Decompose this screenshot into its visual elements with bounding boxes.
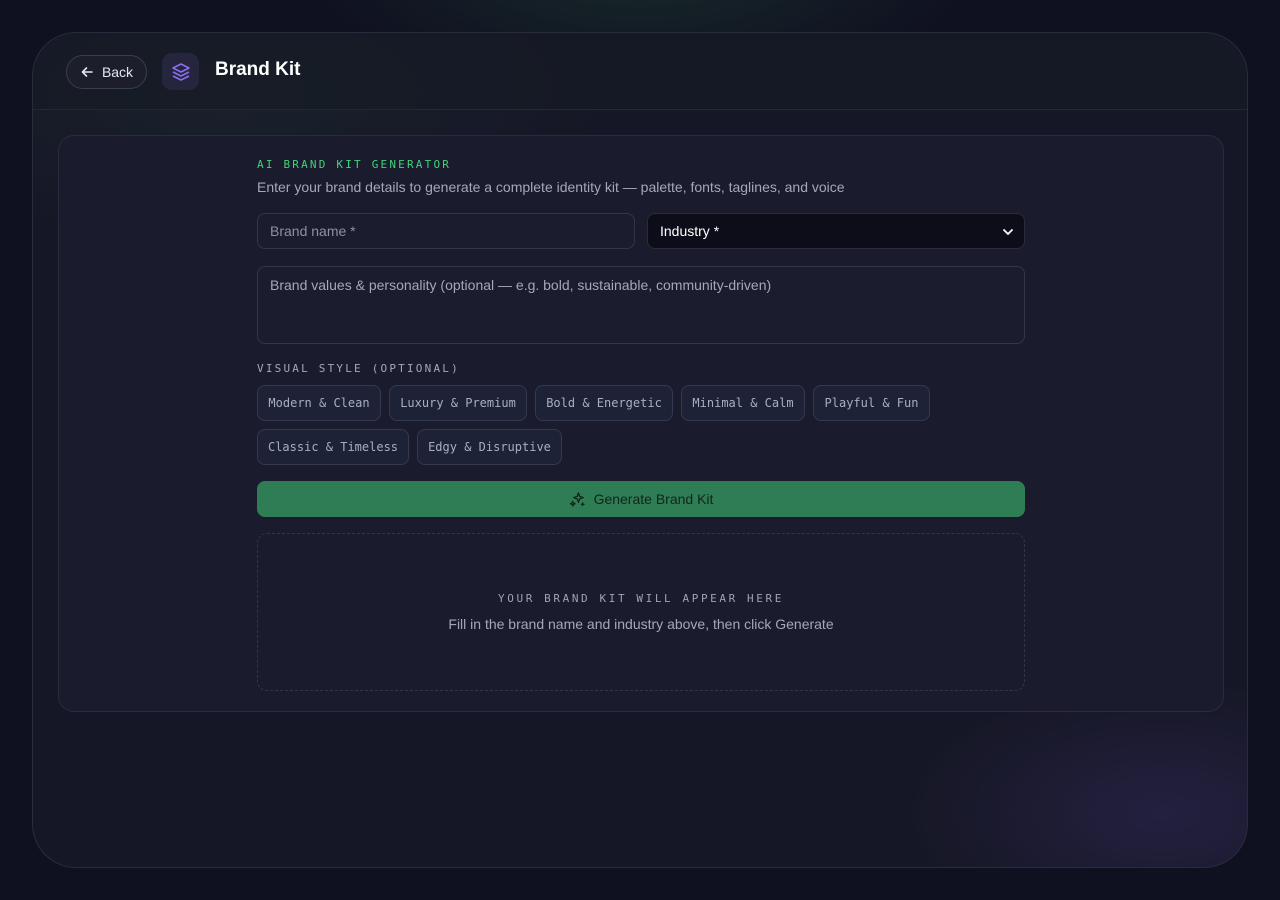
visual-style-label: VISUAL STYLE (OPTIONAL) — [257, 362, 460, 375]
placeholder-hint: Fill in the brand name and industry abov… — [448, 616, 834, 632]
generator-panel: AI BRAND KIT GENERATOR Enter your brand … — [58, 135, 1224, 712]
arrow-left-icon — [81, 67, 93, 77]
generate-brand-kit-button[interactable]: Generate Brand Kit — [257, 481, 1025, 517]
industry-select[interactable]: Industry * — [647, 213, 1025, 249]
generator-subtitle: Enter your brand details to generate a c… — [257, 179, 845, 195]
header-bar: Back Brand Kit — [33, 33, 1247, 110]
industry-select-value: Industry * — [660, 223, 720, 239]
brand-name-input[interactable] — [257, 213, 635, 249]
sparkles-icon — [569, 491, 585, 507]
back-button[interactable]: Back — [66, 55, 147, 89]
page-title: Brand Kit — [215, 59, 301, 80]
generate-button-label: Generate Brand Kit — [593, 491, 714, 507]
app-logo — [162, 53, 199, 90]
style-chip-modern[interactable]: Modern & Clean — [257, 385, 381, 421]
style-chip-playful[interactable]: Playful & Fun — [813, 385, 930, 421]
style-chip-edgy[interactable]: Edgy & Disruptive — [417, 429, 562, 465]
brand-values-textarea[interactable] — [257, 266, 1025, 344]
style-chip-luxury[interactable]: Luxury & Premium — [389, 385, 527, 421]
style-chip-minimal[interactable]: Minimal & Calm — [681, 385, 805, 421]
app-window: Back Brand Kit AI BRAND KIT GENERATOR En… — [32, 32, 1248, 868]
style-chip-bold[interactable]: Bold & Energetic — [535, 385, 673, 421]
back-button-label: Back — [101, 64, 134, 80]
layers-icon — [171, 62, 190, 81]
chevron-down-icon — [1003, 229, 1013, 235]
brand-kit-placeholder: YOUR BRAND KIT WILL APPEAR HERE Fill in … — [257, 533, 1025, 691]
generator-eyebrow: AI BRAND KIT GENERATOR — [257, 158, 452, 171]
placeholder-title: YOUR BRAND KIT WILL APPEAR HERE — [498, 592, 784, 605]
style-chip-classic[interactable]: Classic & Timeless — [257, 429, 409, 465]
